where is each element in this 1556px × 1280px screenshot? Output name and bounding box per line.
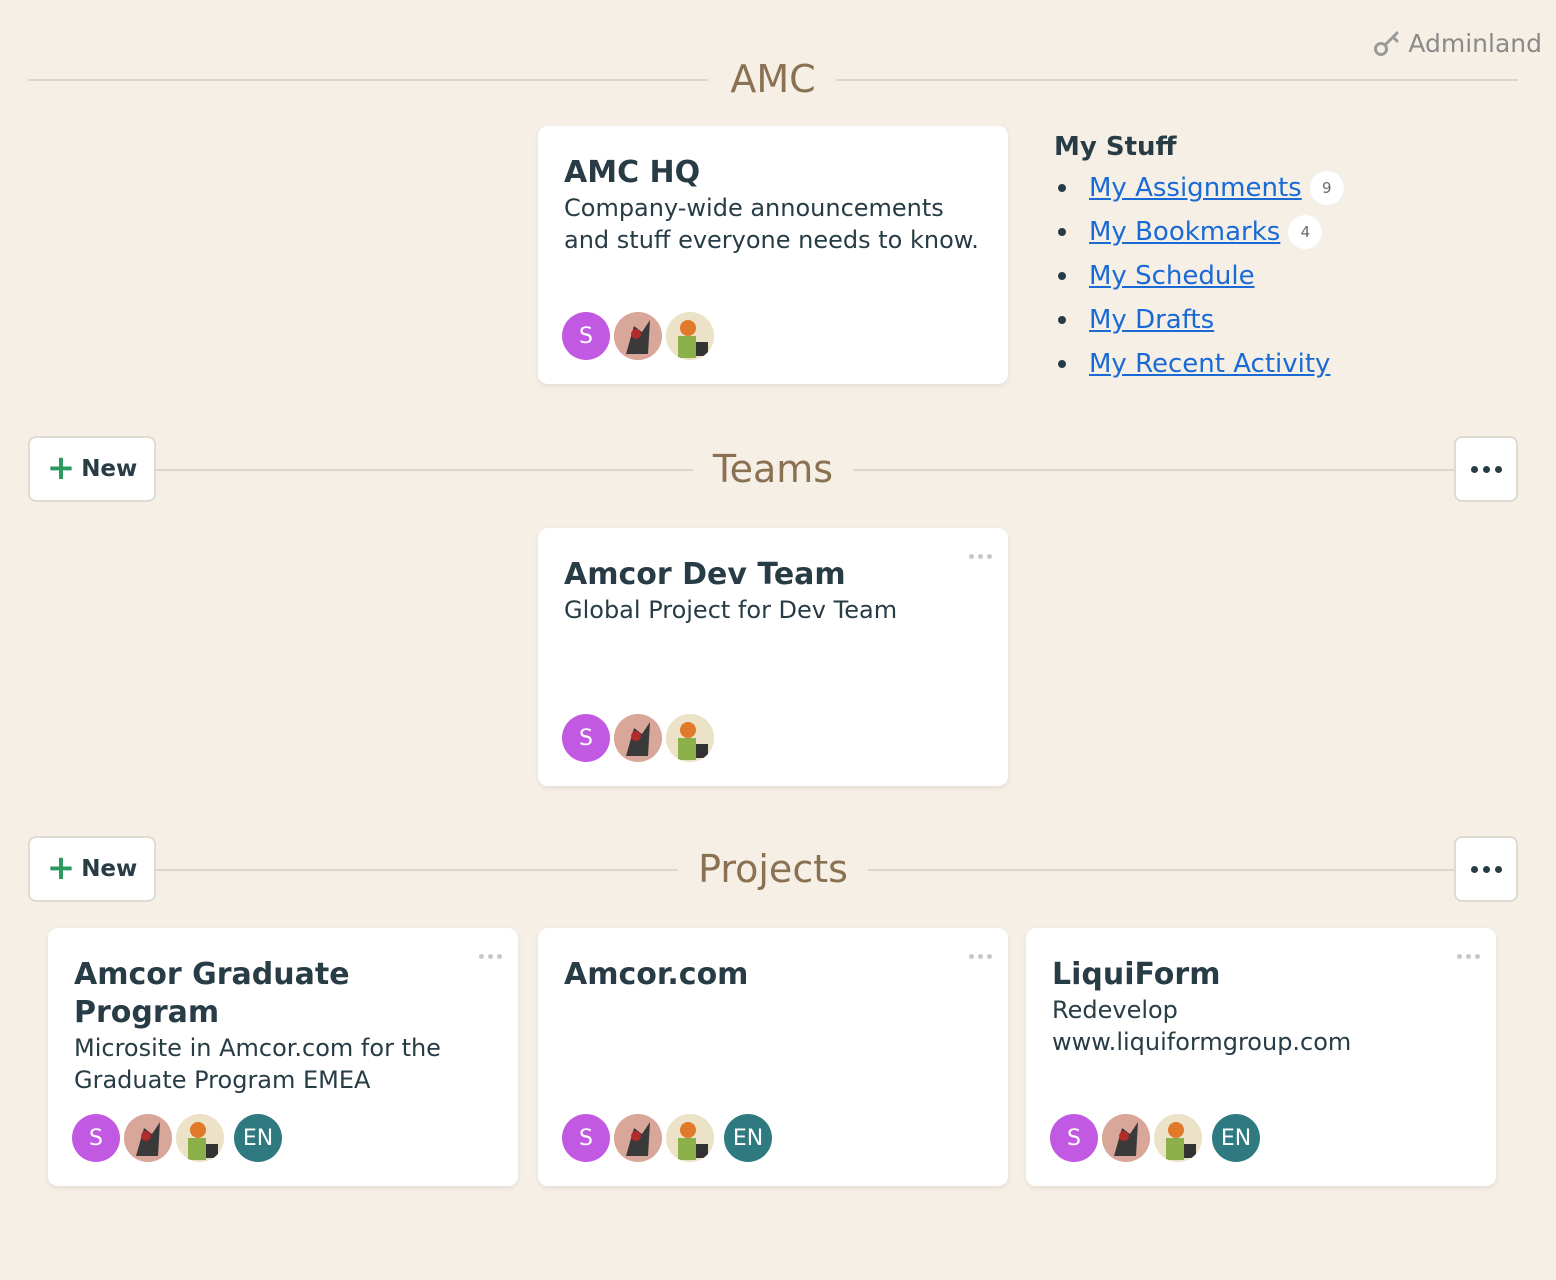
- more-icon: [969, 954, 992, 959]
- list-item: My Schedule: [1054, 254, 1344, 298]
- company-header: AMC: [28, 46, 1518, 112]
- avatar[interactable]: [1102, 1114, 1150, 1162]
- more-icon: [479, 954, 502, 959]
- my-schedule-link[interactable]: My Schedule: [1089, 261, 1255, 291]
- divider: [28, 79, 708, 81]
- avatar[interactable]: [176, 1114, 224, 1162]
- teams-title: Teams: [692, 447, 854, 491]
- divider: [156, 469, 696, 471]
- my-bookmarks-link[interactable]: My Bookmarks: [1089, 217, 1280, 247]
- count-badge: 9: [1309, 171, 1344, 205]
- teams-header: + New Teams: [28, 436, 1518, 502]
- hq-avatars: S: [562, 312, 714, 360]
- company-title: AMC: [710, 57, 836, 101]
- avatar[interactable]: EN: [1212, 1114, 1260, 1162]
- plus-icon: +: [46, 447, 76, 488]
- hq-name: AMC HQ: [564, 155, 701, 190]
- card-options-button[interactable]: [479, 954, 502, 959]
- count-badge: 4: [1288, 215, 1323, 249]
- avatar[interactable]: S: [1050, 1114, 1098, 1162]
- project-card[interactable]: LiquiForm Redevelop www.liquiformgroup.c…: [1026, 928, 1496, 1186]
- bullet: [1058, 228, 1066, 236]
- my-stuff-heading: My Stuff: [1054, 132, 1177, 162]
- avatar[interactable]: [614, 312, 662, 360]
- avatar[interactable]: EN: [724, 1114, 772, 1162]
- avatar[interactable]: [1154, 1114, 1202, 1162]
- project-avatars: S EN: [1050, 1114, 1260, 1162]
- team-avatars: S: [562, 714, 714, 762]
- list-item: My Drafts: [1054, 298, 1344, 342]
- bullet: [1058, 316, 1066, 324]
- list-item: My Bookmarks 4: [1054, 210, 1344, 254]
- divider: [848, 469, 1454, 471]
- team-name: Amcor Dev Team: [564, 557, 846, 592]
- list-item: My Recent Activity: [1054, 342, 1344, 386]
- project-avatars: S EN: [72, 1114, 282, 1162]
- plus-icon: +: [46, 847, 76, 888]
- my-drafts-link[interactable]: My Drafts: [1089, 305, 1214, 335]
- project-description: Microsite in Amcor.com for the Graduate …: [74, 1034, 441, 1094]
- more-icon: [1457, 954, 1480, 959]
- team-card[interactable]: Amcor Dev Team Global Project for Dev Te…: [538, 528, 1008, 786]
- card-options-button[interactable]: [969, 554, 992, 559]
- divider: [864, 869, 1454, 871]
- avatar[interactable]: [666, 312, 714, 360]
- avatar[interactable]: EN: [234, 1114, 282, 1162]
- card-options-button[interactable]: [969, 954, 992, 959]
- project-description: Redevelop www.liquiformgroup.com: [1052, 996, 1352, 1056]
- avatar[interactable]: [124, 1114, 172, 1162]
- list-item: My Assignments 9: [1054, 166, 1344, 210]
- teams-options-button[interactable]: [1454, 436, 1518, 502]
- projects-title: Projects: [678, 847, 868, 891]
- my-stuff-panel: My Stuff My Assignments 9 My Bookmarks 4…: [1054, 130, 1344, 386]
- divider: [836, 79, 1518, 81]
- hq-card[interactable]: AMC HQ Company-wide announcements and st…: [538, 126, 1008, 384]
- avatar[interactable]: [614, 714, 662, 762]
- my-recent-activity-link[interactable]: My Recent Activity: [1089, 349, 1330, 379]
- avatar[interactable]: S: [72, 1114, 120, 1162]
- new-team-button[interactable]: + New: [28, 436, 156, 502]
- project-card[interactable]: Amcor.com S EN: [538, 928, 1008, 1186]
- project-card[interactable]: Amcor Graduate Program Microsite in Amco…: [48, 928, 518, 1186]
- projects-header: + New Projects: [28, 836, 1518, 902]
- more-icon: [1470, 865, 1502, 873]
- team-description: Global Project for Dev Team: [564, 596, 898, 624]
- project-name: LiquiForm: [1052, 957, 1221, 992]
- avatar[interactable]: S: [562, 1114, 610, 1162]
- project-name: Amcor Graduate Program: [74, 957, 350, 1030]
- avatar[interactable]: [614, 1114, 662, 1162]
- bullet: [1058, 360, 1066, 368]
- projects-options-button[interactable]: [1454, 836, 1518, 902]
- new-team-label: New: [81, 456, 138, 482]
- new-project-label: New: [81, 856, 138, 882]
- new-project-button[interactable]: + New: [28, 836, 156, 902]
- my-assignments-link[interactable]: My Assignments: [1089, 173, 1302, 203]
- project-name: Amcor.com: [564, 957, 749, 992]
- bullet: [1058, 184, 1066, 192]
- bullet: [1058, 272, 1066, 280]
- project-avatars: S EN: [562, 1114, 772, 1162]
- more-icon: [1470, 465, 1502, 473]
- avatar[interactable]: S: [562, 312, 610, 360]
- avatar[interactable]: S: [562, 714, 610, 762]
- card-options-button[interactable]: [1457, 954, 1480, 959]
- more-icon: [969, 554, 992, 559]
- hq-description: Company-wide announcements and stuff eve…: [564, 194, 979, 254]
- avatar[interactable]: [666, 1114, 714, 1162]
- avatar[interactable]: [666, 714, 714, 762]
- divider: [156, 869, 680, 871]
